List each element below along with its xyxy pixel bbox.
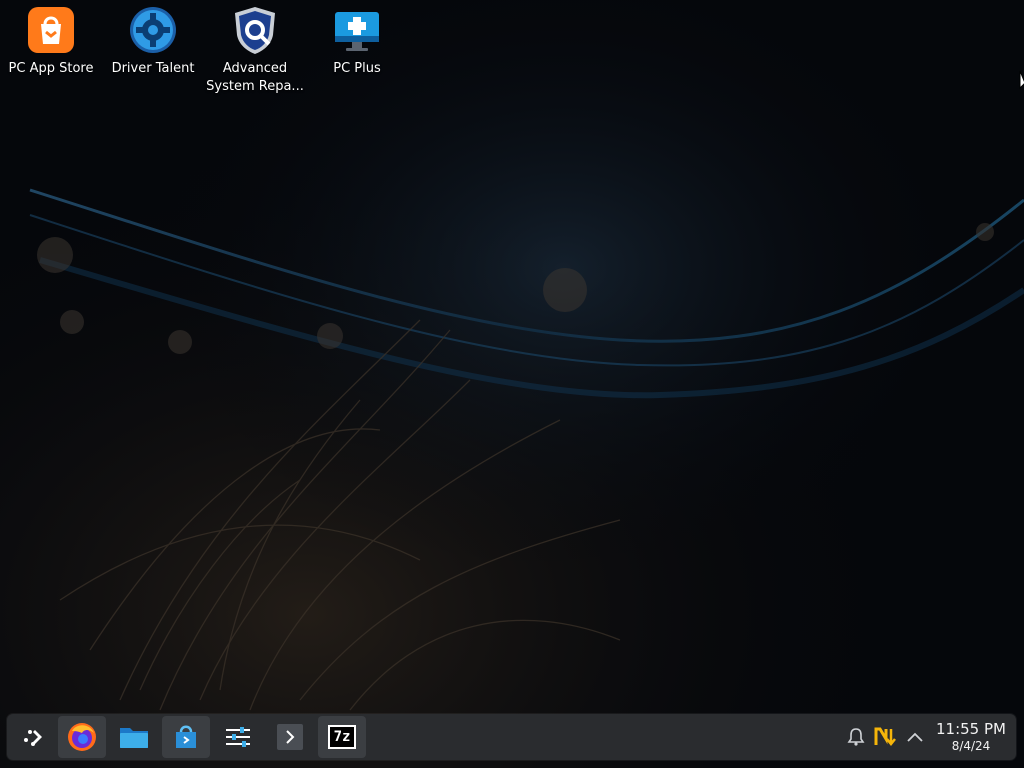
desktop-icon-label: PC App Store xyxy=(8,61,94,76)
desktop-icon-advanced-system-repair[interactable]: Advanced System Repa... xyxy=(205,4,305,104)
clock[interactable]: 11:55 PM 8/4/24 xyxy=(931,720,1011,754)
folder-icon xyxy=(120,728,148,748)
settings-sliders-icon xyxy=(226,727,250,747)
shopping-bag-icon xyxy=(25,4,77,56)
app-launcher-icon xyxy=(24,730,42,746)
seven-zip-icon: 7z xyxy=(328,725,356,749)
taskbar-file-manager-button[interactable] xyxy=(110,716,158,758)
gear-icon xyxy=(127,4,179,56)
mouse-cursor-icon xyxy=(1019,70,1024,90)
clock-date: 8/4/24 xyxy=(951,739,991,753)
taskbar-discover-button[interactable] xyxy=(162,716,210,758)
taskbar-system-settings-button[interactable] xyxy=(214,716,262,758)
seven-zip-badge: 7z xyxy=(333,729,351,745)
firefox-icon xyxy=(68,723,96,751)
clock-time: 11:55 PM xyxy=(936,720,1006,738)
desktop-icon-label: Advanced System Repa... xyxy=(206,61,304,94)
notification-bell-icon[interactable] xyxy=(844,725,868,749)
shield-gear-icon xyxy=(229,4,281,56)
taskbar-firefox-button[interactable] xyxy=(58,716,106,758)
updates-icon[interactable] xyxy=(873,725,897,749)
app-launcher-button[interactable] xyxy=(9,716,57,758)
desktop-icon-pc-plus[interactable]: PC Plus xyxy=(307,4,407,104)
terminal-icon xyxy=(277,724,303,750)
taskbar-terminal-button[interactable] xyxy=(266,716,314,758)
desktop-icon-pc-app-store[interactable]: PC App Store xyxy=(1,4,101,104)
chevron-up-icon[interactable] xyxy=(903,725,927,749)
monitor-plus-icon xyxy=(331,4,383,56)
taskbar: 7z 11:55 PM 8/4/24 xyxy=(7,714,1016,760)
store-bag-icon xyxy=(176,725,196,748)
desktop-wallpaper xyxy=(0,0,1024,768)
desktop-icon-driver-talent[interactable]: Driver Talent xyxy=(103,4,203,104)
desktop-icon-label: Driver Talent xyxy=(111,61,195,76)
desktop-icon-label: PC Plus xyxy=(333,61,381,76)
taskbar-7zip-button[interactable]: 7z xyxy=(318,716,366,758)
